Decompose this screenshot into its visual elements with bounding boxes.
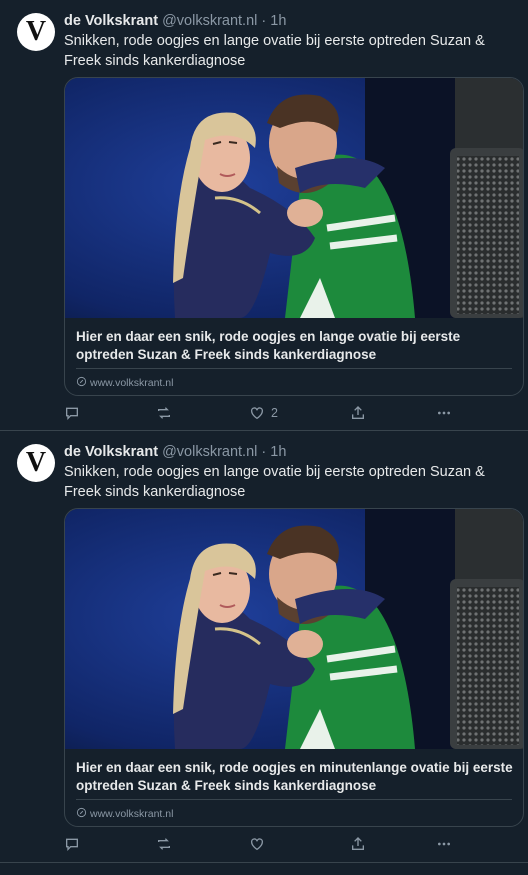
- like-button[interactable]: 2: [249, 404, 278, 422]
- card-image: [65, 78, 523, 318]
- tweet-actions: [64, 835, 464, 853]
- card-title[interactable]: Hier en daar een snik, rode oogjes en mi…: [76, 759, 513, 795]
- like-icon: [249, 836, 265, 852]
- like-icon: [249, 405, 265, 421]
- timestamp[interactable]: 1h: [270, 13, 286, 29]
- repost-button[interactable]: [156, 835, 178, 853]
- link-card[interactable]: Hier en daar een snik, rode oogjes en mi…: [64, 508, 524, 827]
- card-domain-text: www.volkskrant.nl: [90, 808, 174, 820]
- card-title[interactable]: Hier en daar een snik, rode oogjes en la…: [76, 328, 513, 364]
- avatar-logo: V: [25, 447, 47, 478]
- avatar-logo: V: [25, 16, 47, 47]
- link-card[interactable]: Hier en daar een snik, rode oogjes en la…: [64, 77, 524, 396]
- more-icon: [436, 836, 452, 852]
- link-icon: [76, 807, 87, 821]
- avatar[interactable]: V: [17, 13, 55, 51]
- tweet-header: de Volkskrant @volkskrant.nl · 1h: [64, 12, 516, 31]
- more-icon: [436, 405, 452, 421]
- avatar[interactable]: V: [17, 444, 55, 482]
- more-button[interactable]: [436, 835, 458, 853]
- tweet-text: Snikken, rode oogjes en lange ovatie bij…: [64, 33, 485, 69]
- tweet[interactable]: V de Volkskrant @volkskrant.nl · 1h Snik…: [0, 431, 528, 863]
- repost-button[interactable]: [156, 404, 178, 422]
- card-divider: [76, 368, 512, 369]
- reply-button[interactable]: [64, 404, 86, 422]
- reply-icon: [64, 405, 80, 421]
- author-name[interactable]: de Volkskrant: [64, 444, 158, 460]
- repost-icon: [156, 836, 172, 852]
- share-button[interactable]: [350, 835, 372, 853]
- separator: ·: [261, 13, 267, 29]
- more-button[interactable]: [436, 404, 458, 422]
- feed: V de Volkskrant @volkskrant.nl · 1h Snik…: [0, 0, 528, 863]
- author-name[interactable]: de Volkskrant: [64, 13, 158, 29]
- card-image: [65, 509, 523, 749]
- reply-icon: [64, 836, 80, 852]
- tweet[interactable]: V de Volkskrant @volkskrant.nl · 1h Snik…: [0, 0, 528, 431]
- author-handle[interactable]: @volkskrant.nl: [162, 444, 257, 460]
- share-icon: [350, 836, 366, 852]
- like-count: 2: [271, 406, 278, 420]
- separator: ·: [261, 444, 267, 460]
- card-divider: [76, 799, 512, 800]
- tweet-actions: 2: [64, 404, 464, 422]
- author-handle[interactable]: @volkskrant.nl: [162, 13, 257, 29]
- share-icon: [350, 405, 366, 421]
- tweet-text: Snikken, rode oogjes en lange ovatie bij…: [64, 464, 485, 500]
- timestamp[interactable]: 1h: [270, 444, 286, 460]
- repost-icon: [156, 405, 172, 421]
- card-domain[interactable]: www.volkskrant.nl: [76, 807, 173, 821]
- like-button[interactable]: [249, 835, 271, 853]
- share-button[interactable]: [350, 404, 372, 422]
- link-icon: [76, 376, 87, 390]
- card-domain-text: www.volkskrant.nl: [90, 377, 174, 389]
- card-domain[interactable]: www.volkskrant.nl: [76, 376, 173, 390]
- reply-button[interactable]: [64, 835, 86, 853]
- tweet-header: de Volkskrant @volkskrant.nl · 1h: [64, 443, 516, 462]
